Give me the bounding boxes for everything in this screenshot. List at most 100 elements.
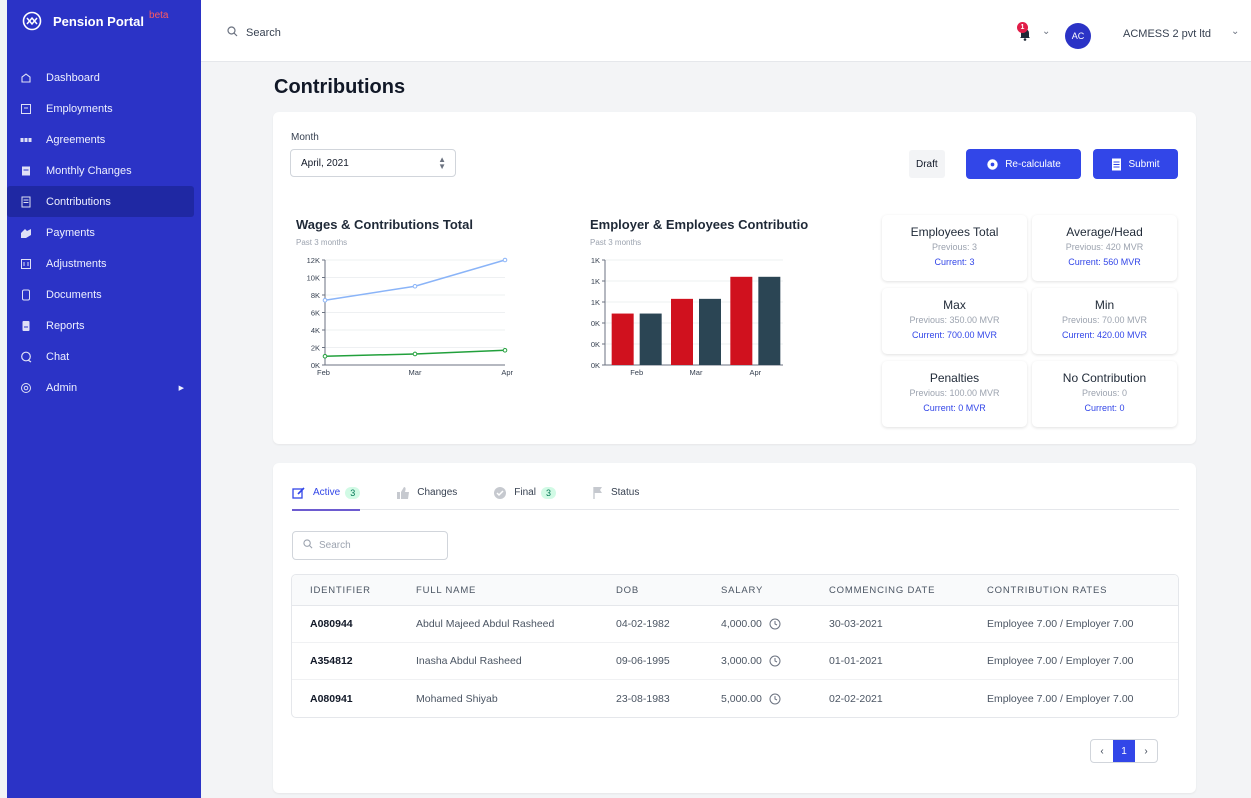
global-search[interactable]: Search [227, 26, 281, 40]
organization-name[interactable]: ACMESS 2 pvt ltd [1123, 28, 1211, 40]
cell-salary: 3,000.00 [721, 655, 829, 667]
pagination-page-button[interactable]: 1 [1113, 740, 1135, 762]
pension-portal-logo-icon [21, 10, 43, 32]
pagination-next-button[interactable]: › [1135, 740, 1157, 762]
column-header-full-name[interactable]: FULL NAME [416, 585, 616, 596]
tab-count-badge: 3 [540, 486, 556, 499]
sidebar-item-label: Payments [46, 226, 95, 239]
sidebar-item-contributions[interactable]: Contributions [7, 186, 194, 217]
tab-label: Final [514, 487, 536, 498]
sidebar-item-dashboard[interactable]: Dashboard [7, 62, 194, 93]
sidebar-item-documents[interactable]: Documents [7, 279, 194, 310]
tab-count-badge: 3 [345, 486, 361, 499]
submit-button[interactable]: Submit [1093, 149, 1178, 179]
clock-icon[interactable] [769, 618, 781, 630]
contributions-list-card: Active 3 Changes Final 3 Status Search I… [273, 463, 1196, 793]
stat-previous: Previous: 0 [1081, 388, 1128, 398]
table-row[interactable]: A080944 Abdul Majeed Abdul Rasheed 04-02… [292, 606, 1178, 643]
sidebar-item-label: Admin [46, 381, 78, 394]
select-arrows-icon: ▲ ▼ [438, 155, 446, 171]
table-row[interactable]: A080941 Mohamed Shiyab 23-08-1983 5,000.… [292, 680, 1178, 717]
bar-mar-series-1 [699, 298, 721, 365]
y-tick-label: 8K [311, 291, 320, 300]
sidebar-item-label: Monthly Changes [46, 164, 132, 177]
sidebar-item-label: Adjustments [46, 257, 107, 270]
y-tick-label: 0K [591, 361, 600, 370]
chevron-down-icon[interactable]: ⌄ [1231, 26, 1239, 37]
tab-status[interactable]: Status [592, 481, 639, 510]
sidebar-item-payments[interactable]: Payments [7, 217, 194, 248]
sidebar-item-reports[interactable]: Reports [7, 310, 194, 341]
data-point [322, 353, 328, 359]
column-header-salary[interactable]: SALARY [721, 585, 829, 596]
x-tick-label: Apr [501, 368, 513, 377]
data-point [502, 348, 508, 353]
table-row[interactable]: A354812 Inasha Abdul Rasheed 09-06-1995 … [292, 643, 1178, 680]
recalculate-label: Re-calculate [1005, 158, 1061, 170]
stat-title: Max [943, 298, 966, 312]
tab-active[interactable]: Active 3 [292, 481, 361, 511]
contributions-summary-card: Month April, 2021 ▲ ▼ Draft Re-calculate … [273, 112, 1196, 444]
stat-employees-total: Employees Total Previous: 3 Current: 3 [882, 215, 1027, 281]
column-header-identifier[interactable]: IDENTIFIER [292, 585, 416, 596]
y-tick-label: 10K [307, 274, 320, 283]
tab-label: Changes [417, 487, 458, 498]
y-tick-label: 1K [591, 256, 600, 265]
sidebar-item-admin[interactable]: Admin ▶ [7, 372, 194, 403]
chevron-down-icon[interactable]: ⌄ [1042, 26, 1050, 37]
cell-dob: 23-08-1983 [616, 692, 670, 705]
table-search-input[interactable]: Search [292, 531, 448, 560]
sidebar-item-adjustments[interactable]: Adjustments [7, 248, 194, 279]
table-search-placeholder: Search [319, 540, 351, 551]
flag-icon [592, 486, 604, 500]
bar-apr-series-0 [730, 276, 753, 365]
x-tick-label: Mar [690, 368, 703, 377]
y-tick-label: 0K [591, 340, 600, 349]
contributions-table: IDENTIFIER FULL NAME DOB SALARY COMMENCI… [291, 574, 1179, 718]
wages-contributions-line-chart: 0K2K4K6K8K10K12KFeb Mar Apr [307, 256, 514, 377]
sidebar-item-chat[interactable]: Chat [7, 341, 194, 372]
clock-icon[interactable] [769, 693, 781, 705]
sidebar-item-monthly-changes[interactable]: Monthly Changes [7, 155, 194, 186]
sidebar-item-employments[interactable]: Employments [7, 93, 194, 124]
wages-chart-subtitle: Past 3 months [296, 238, 348, 247]
reports-icon [19, 319, 33, 333]
y-tick-label: 1K [591, 277, 600, 286]
recalculate-button[interactable]: Re-calculate [966, 149, 1081, 179]
admin-icon [19, 381, 33, 395]
cell-identifier: A080941 [310, 692, 353, 705]
cell-commencing-date: 30-03-2021 [829, 618, 883, 630]
tab-changes[interactable]: Changes [396, 481, 457, 510]
y-tick-label: 4K [311, 326, 320, 335]
sidebar-nav: Dashboard Employments Agreements Monthly… [7, 62, 201, 403]
employer-chart-subtitle: Past 3 months [590, 238, 642, 247]
employer-chart-title: Employer & Employees Contributio [590, 217, 809, 232]
cell-contribution-rates: Employee 7.00 / Employer 7.00 [987, 618, 1134, 630]
pagination-prev-button[interactable]: ‹ [1091, 740, 1113, 762]
sidebar-item-label: Documents [46, 288, 102, 301]
payments-icon [19, 226, 33, 240]
stat-title: Min [1094, 298, 1115, 312]
tab-label: Status [610, 487, 640, 498]
clock-icon[interactable] [769, 655, 781, 667]
agreements-icon [19, 133, 33, 147]
stat-previous: Previous: 350.00 MVR [909, 315, 1000, 325]
topbar: Search 1 ⌄ AC ACMESS 2 pvt ltd ⌄ [201, 0, 1251, 62]
avatar[interactable]: AC [1065, 23, 1091, 49]
column-header-dob[interactable]: DOB [616, 585, 721, 596]
x-tick-label: Apr [749, 368, 761, 377]
data-point [412, 351, 418, 357]
stat-previous: Previous: 100.00 MVR [909, 388, 1000, 398]
sidebar-item-agreements[interactable]: Agreements [7, 124, 194, 155]
y-tick-label: 12K [307, 256, 320, 265]
column-header-contribution-rates[interactable]: CONTRIBUTION RATES [987, 585, 1177, 596]
notifications-button[interactable]: 1 [1017, 22, 1037, 42]
submit-label: Submit [1128, 158, 1160, 170]
stat-previous: Previous: 70.00 MVR [1061, 315, 1148, 325]
tabs: Active 3 Changes Final 3 Status [292, 481, 1179, 511]
tab-final[interactable]: Final 3 [493, 481, 556, 510]
month-select[interactable]: April, 2021 ▲ ▼ [290, 149, 456, 177]
month-label: Month [291, 132, 319, 143]
brand[interactable]: Pension Portal beta [7, 0, 201, 42]
column-header-commencing-date[interactable]: COMMENCING DATE [829, 585, 987, 596]
